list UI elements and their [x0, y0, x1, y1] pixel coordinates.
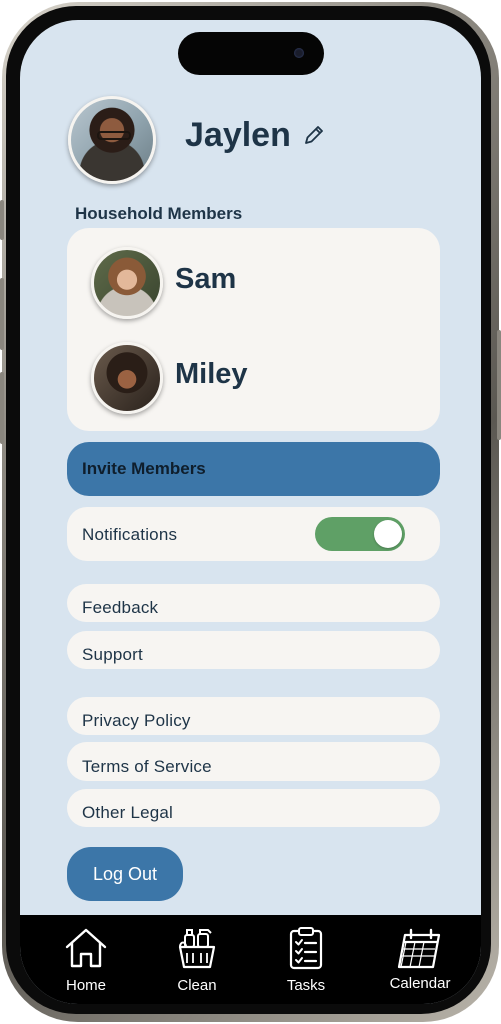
other-legal-link[interactable]: Other Legal: [67, 789, 440, 827]
invite-members-label: Invite Members: [82, 459, 206, 478]
support-label: Support: [82, 645, 143, 664]
member-avatar: [91, 342, 163, 414]
log-out-label: Log Out: [92, 864, 158, 884]
member-row-miley[interactable]: Miley: [91, 342, 411, 414]
tab-label: Calendar: [389, 975, 451, 992]
members-card: Sam Miley: [67, 228, 440, 431]
notifications-row: Notifications: [67, 507, 440, 561]
home-icon: [65, 928, 107, 968]
log-out-button[interactable]: Log Out: [67, 847, 183, 901]
profile-name: Jaylen: [185, 116, 291, 154]
calendar-icon: [397, 928, 441, 969]
feedback-label: Feedback: [82, 598, 159, 617]
tab-label: Clean: [177, 977, 217, 994]
screen: Jaylen Household Members Sam Miley Invit…: [20, 20, 481, 1004]
power-button: [497, 330, 501, 440]
tab-label: Home: [65, 977, 106, 994]
terms-of-service-label: Terms of Service: [82, 757, 212, 776]
camera-icon: [294, 48, 304, 58]
tab-calendar[interactable]: Calendar: [375, 925, 465, 992]
privacy-policy-link[interactable]: Privacy Policy: [67, 697, 440, 735]
feedback-link[interactable]: Feedback: [67, 584, 440, 622]
household-members-heading: Household Members: [75, 204, 243, 223]
action-button: [0, 200, 4, 240]
member-avatar: [91, 247, 163, 319]
profile-avatar[interactable]: [68, 96, 156, 184]
notifications-label: Notifications: [82, 525, 178, 544]
terms-of-service-link[interactable]: Terms of Service: [67, 742, 440, 781]
notifications-toggle[interactable]: [315, 517, 405, 551]
volume-up-button: [0, 278, 4, 350]
other-legal-label: Other Legal: [82, 803, 174, 822]
glasses-detail: [97, 131, 131, 140]
invite-members-button[interactable]: Invite Members: [67, 442, 440, 496]
pencil-icon[interactable]: [302, 123, 326, 147]
dynamic-island: [178, 32, 324, 75]
tab-home[interactable]: Home: [41, 925, 131, 994]
toggle-knob: [374, 520, 402, 548]
privacy-policy-label: Privacy Policy: [82, 711, 191, 730]
tab-bar: Home Clean Tasks Calendar: [20, 915, 481, 1004]
cleaning-supplies-icon: [178, 929, 216, 969]
tab-label: Tasks: [286, 977, 326, 994]
member-name: Miley: [175, 358, 248, 390]
tab-clean[interactable]: Clean: [152, 925, 242, 994]
volume-down-button: [0, 372, 4, 444]
support-link[interactable]: Support: [67, 631, 440, 669]
member-name: Sam: [175, 263, 237, 295]
checklist-icon: [289, 927, 323, 970]
member-row-sam[interactable]: Sam: [91, 247, 411, 319]
tab-tasks[interactable]: Tasks: [261, 925, 351, 994]
